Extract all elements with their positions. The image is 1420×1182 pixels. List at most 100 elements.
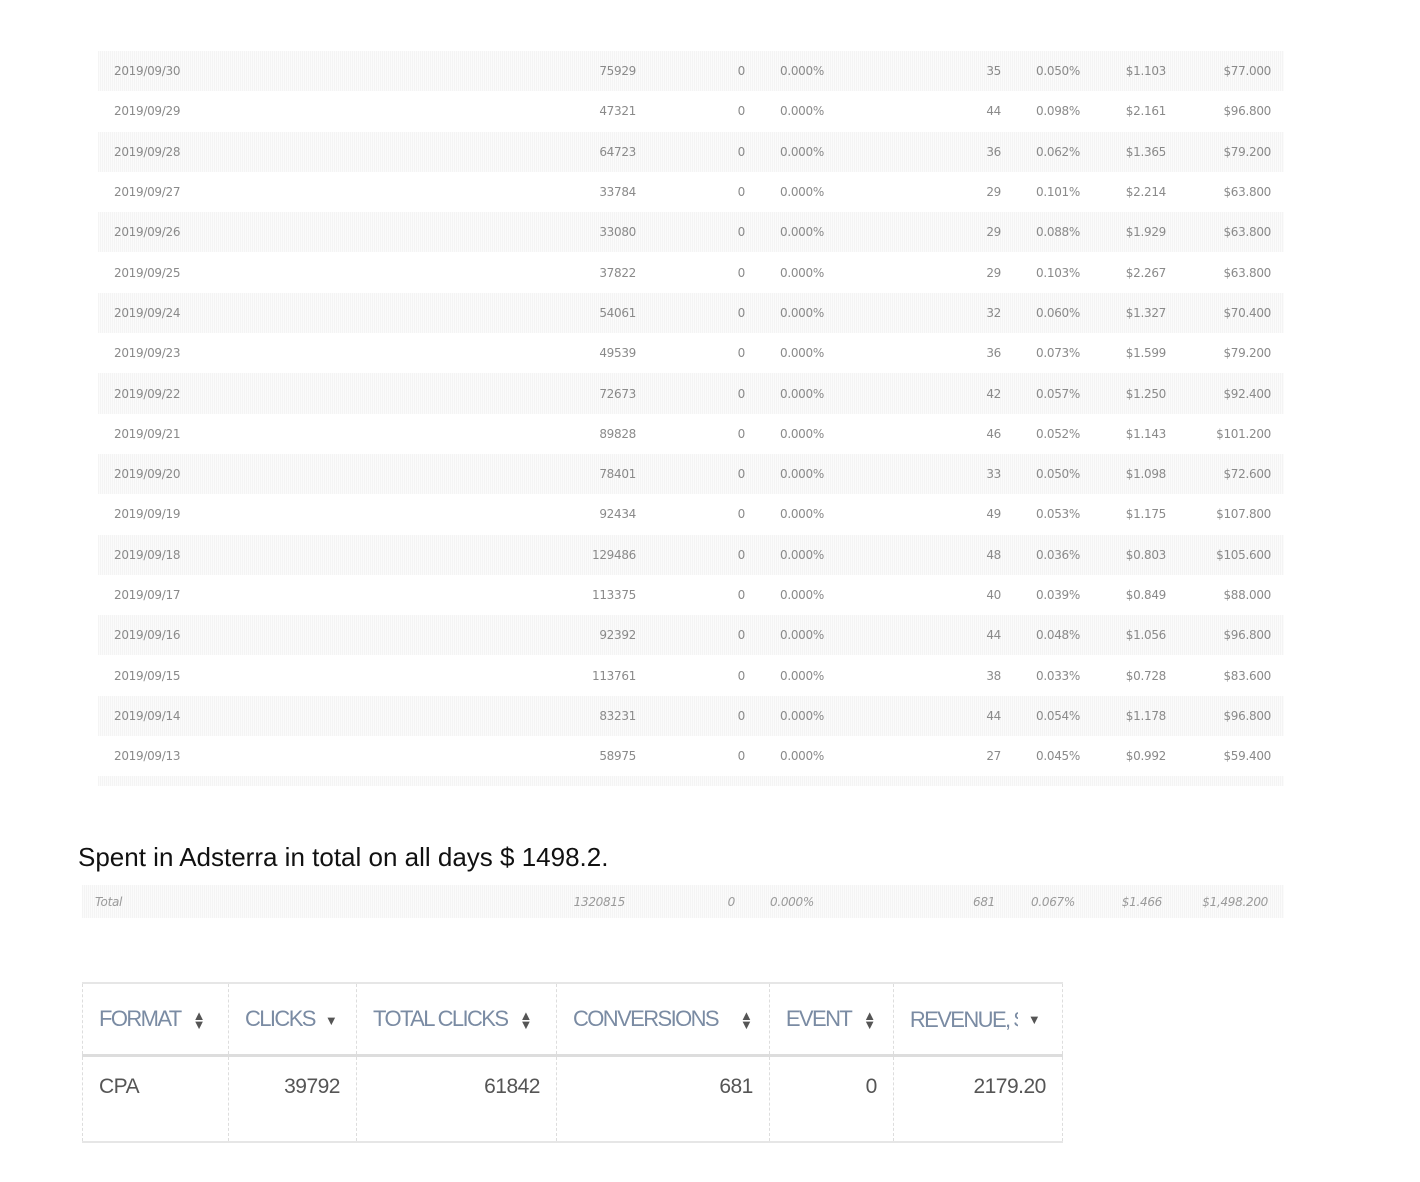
- sort-both-icon[interactable]: ▲ ▼: [193, 1009, 206, 1031]
- format-table-header: FORMAT ▲ ▼ CLICKS ▼ TOTAL CLICKS ▲ ▼ CONVERSI…: [82, 982, 1063, 1057]
- sort-desc-icon[interactable]: ▼: [1028, 1013, 1041, 1026]
- cell-click-rate: 0.000%: [780, 185, 824, 200]
- cell-cpa: $1.327: [1125, 305, 1167, 320]
- cell-date: 2019/09/21: [114, 426, 181, 441]
- header-conversions[interactable]: CONVERSIONS ▲ ▼: [556, 982, 770, 1057]
- cell-date: 2019/09/22: [114, 386, 181, 401]
- cell-impressions: 54061: [599, 305, 636, 320]
- cell-ctr: 0.088%: [1036, 225, 1080, 240]
- cell-cpa: $1.103: [1125, 64, 1167, 79]
- cell-conversions: 27: [986, 749, 1001, 764]
- cell-conversions: 49: [986, 507, 1001, 522]
- cell-conversions: 33: [986, 467, 1001, 482]
- cell-ctr: 0.060%: [1036, 305, 1080, 320]
- header-clicks[interactable]: CLICKS ▼: [228, 982, 357, 1057]
- cell-ctr: 0.053%: [1036, 507, 1080, 522]
- cell-ctr: 0.103%: [1036, 265, 1080, 280]
- cell-cpa: $0.992: [1125, 749, 1167, 764]
- table-row: 2019/09/24 54061 0 0.000% 32 0.060% $1.327 $70.…: [98, 292, 1284, 334]
- cell-clicks: 0: [737, 507, 746, 522]
- cell-ctr: 0.054%: [1036, 708, 1080, 723]
- table-row: 2019/09/29 47321 0 0.000% 44 0.098% $2.161 $96.…: [98, 91, 1284, 131]
- cell-impressions: 33784: [599, 185, 636, 200]
- cell-clicks: 0: [737, 305, 746, 320]
- cell-clicks: 0: [737, 225, 746, 240]
- cell-ctr: 0.062%: [1036, 144, 1080, 159]
- cell-ctr: 0.052%: [1036, 426, 1080, 441]
- cell-click-rate: 0.000%: [780, 265, 824, 280]
- sort-desc-icon[interactable]: ▼: [325, 1014, 338, 1027]
- header-revenue[interactable]: REVENUE, $ ▼: [892, 982, 1063, 1057]
- cell-date: 2019/09/13: [114, 749, 181, 764]
- cell-event: 0: [768, 1055, 894, 1143]
- cell-impressions: 37822: [599, 265, 636, 280]
- total-conversions: 681: [972, 894, 995, 909]
- table-row-partial: [98, 776, 1284, 787]
- cell-impressions: 58975: [599, 749, 636, 764]
- cell-date: 2019/09/19: [114, 507, 181, 522]
- cell-spend: $79.200: [1223, 346, 1271, 361]
- cell-clicks: 0: [737, 628, 746, 643]
- cell-conversions: 44: [986, 628, 1001, 643]
- table-row: 2019/09/27 33784 0 0.000% 29 0.101% $2.214 $63.…: [98, 172, 1284, 212]
- cell-date: 2019/09/18: [114, 547, 181, 562]
- table-row: 2019/09/14 83231 0 0.000% 44 0.054% $1.178 $96.…: [98, 695, 1284, 737]
- cell-cpa: $1.143: [1125, 426, 1167, 441]
- table-row: 2019/09/20 78401 0 0.000% 33 0.050% $1.098 $72.…: [98, 453, 1284, 495]
- cell-conversions: 40: [986, 588, 1001, 602]
- cell-click-rate: 0.000%: [780, 346, 824, 361]
- cell-clicks: 0: [737, 185, 746, 200]
- format-table: FORMAT ▲ ▼ CLICKS ▼ TOTAL CLICKS ▲ ▼ CONVERSI…: [82, 982, 1063, 1143]
- cell-spend: $96.800: [1223, 628, 1271, 643]
- cell-impressions: 33080: [599, 225, 636, 240]
- cell-conversions: 36: [986, 346, 1001, 361]
- header-total-clicks[interactable]: TOTAL CLICKS ▲ ▼: [356, 982, 557, 1057]
- cell-spend: $77.000: [1223, 64, 1271, 79]
- cell-cpa: $1.098: [1125, 467, 1167, 482]
- table-row: 2019/09/15 113761 0 0.000% 38 0.033% $0.728 $83…: [98, 655, 1284, 695]
- sort-both-icon[interactable]: ▲ ▼: [519, 1009, 532, 1031]
- cell-ctr: 0.050%: [1036, 64, 1080, 79]
- cell-cpa: $1.178: [1125, 708, 1167, 723]
- cell-date: 2019/09/30: [114, 64, 181, 79]
- cell-clicks: 0: [737, 749, 746, 764]
- cell-impressions: 129486: [591, 547, 636, 562]
- table-row: CPA 39792 61842 681 0 2179.20: [82, 1055, 1063, 1143]
- table-row: 2019/09/19 92434 0 0.000% 49 0.053% $1.175 $107…: [98, 494, 1284, 534]
- cell-spend: $79.200: [1223, 144, 1271, 159]
- cell-ctr: 0.048%: [1036, 628, 1080, 643]
- cell-click-rate: 0.000%: [780, 467, 824, 482]
- cell-click-rate: 0.000%: [780, 708, 824, 723]
- cell-date: 2019/09/29: [114, 104, 181, 119]
- cell-click-rate: 0.000%: [780, 64, 824, 79]
- cell-cpa: $1.599: [1125, 346, 1167, 361]
- table-row: 2019/09/30 75929 0 0.000% 35 0.050% $1.103 $77.…: [98, 51, 1284, 92]
- sort-both-icon[interactable]: ▲ ▼: [863, 1009, 876, 1031]
- header-event[interactable]: EVENT ▲ ▼: [768, 982, 894, 1057]
- cell-conversions: 44: [986, 104, 1001, 119]
- sort-both-icon[interactable]: ▲ ▼: [740, 1009, 753, 1031]
- cell-clicks: 39792: [228, 1055, 357, 1143]
- cell-impressions: 72673: [599, 386, 636, 401]
- cell-impressions: 83231: [599, 708, 636, 723]
- total-spend: $1,498.200: [1202, 894, 1268, 909]
- header-format[interactable]: FORMAT ▲ ▼: [82, 982, 229, 1057]
- total-cpa: $1.466: [1121, 894, 1163, 909]
- cell-clicks: 0: [737, 104, 746, 119]
- cell-ctr: 0.073%: [1036, 346, 1080, 361]
- cell-conversions: 29: [986, 265, 1001, 280]
- cell-spend: $72.600: [1223, 467, 1271, 482]
- cell-conversions: 681: [556, 1055, 770, 1143]
- daily-stats-table: 2019/09/30 75929 0 0.000% 35 0.050% $1.103 $77.…: [98, 51, 1284, 787]
- cell-clicks: 0: [737, 144, 746, 159]
- cell-cpa: $1.250: [1125, 386, 1167, 401]
- cell-cpa: $0.728: [1125, 668, 1167, 683]
- cell-date: 2019/09/23: [114, 346, 181, 361]
- cell-date: 2019/09/27: [114, 185, 181, 200]
- cell-click-rate: 0.000%: [780, 668, 824, 683]
- table-row: 2019/09/28 64723 0 0.000% 36 0.062% $1.365 $79.…: [98, 131, 1284, 172]
- cell-ctr: 0.033%: [1036, 668, 1080, 683]
- cell-click-rate: 0.000%: [780, 426, 824, 441]
- cell-clicks: 0: [737, 708, 746, 723]
- cell-spend: $63.800: [1223, 185, 1271, 200]
